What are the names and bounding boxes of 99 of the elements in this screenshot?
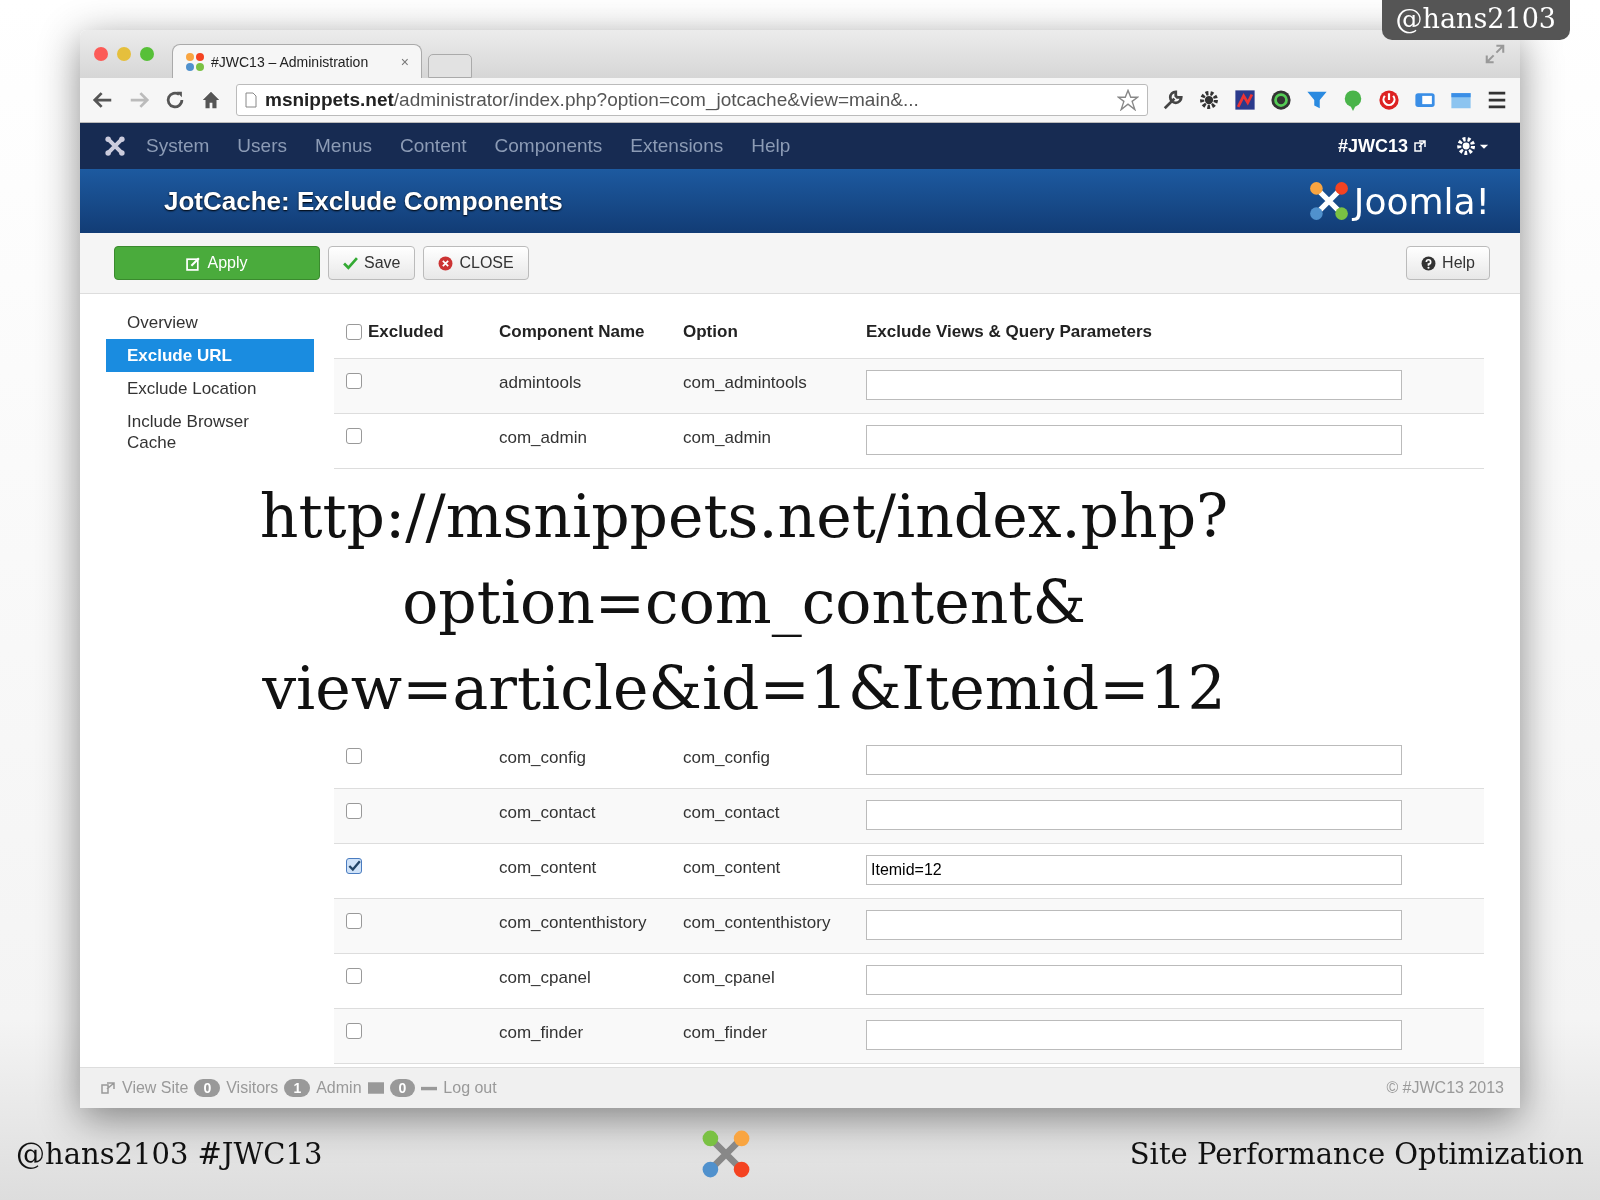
settings-dropdown-icon[interactable] (1456, 135, 1490, 157)
sidebar-item[interactable]: Exclude URL (106, 339, 314, 372)
zoom-window-icon[interactable] (140, 47, 154, 61)
parameters-field[interactable] (866, 745, 1402, 775)
sidebar-item[interactable]: Include Browser Cache (106, 405, 314, 459)
external-link-icon (100, 1082, 116, 1094)
menu-icon[interactable] (1486, 89, 1508, 111)
back-icon[interactable] (92, 89, 114, 111)
menu-item[interactable]: Help (751, 135, 791, 157)
toolbar-button[interactable]: Save (328, 246, 416, 280)
count-badge: 1 (284, 1079, 311, 1097)
menu-item[interactable]: Menus (315, 135, 372, 157)
forward-icon[interactable] (128, 89, 150, 111)
table-cell-text: com_content (499, 857, 598, 878)
column-header: Option (683, 322, 739, 342)
table-cell-text: com_contact (683, 802, 781, 823)
table-cell-text: com_cpanel (499, 967, 592, 988)
parameters-field[interactable]: Itemid=12 (866, 855, 1402, 885)
menu-item[interactable]: Users (237, 135, 287, 157)
bookmark-star-icon[interactable] (1117, 89, 1139, 111)
table-cell-text: com_config (683, 747, 771, 768)
visitors-label: Visitors (226, 1079, 279, 1097)
menu-item[interactable]: Content (400, 135, 467, 157)
color-wheel-icon[interactable] (1270, 89, 1292, 111)
footer-handle: @hans2103 #JWC13 (16, 1137, 323, 1171)
column-header: Component Name (499, 322, 646, 342)
table-cell-text: com_admintools (683, 372, 808, 393)
row-checkbox[interactable] (346, 968, 362, 984)
copyright-text: © #JWC13 2013 (1386, 1079, 1504, 1097)
fullscreen-icon[interactable] (1484, 43, 1506, 65)
close-icon (438, 255, 454, 271)
count-badge: 0 (389, 1079, 416, 1097)
parameters-field[interactable] (866, 910, 1402, 940)
joomla-logo-icon (185, 51, 205, 72)
logout-link[interactable]: Log out (443, 1079, 497, 1097)
parameters-field[interactable] (866, 965, 1402, 995)
parameters-field[interactable] (866, 800, 1402, 830)
parameters-field[interactable] (866, 1020, 1402, 1050)
sidebar-item[interactable]: Exclude Location (106, 372, 314, 405)
edit-icon (186, 255, 202, 271)
row-checkbox[interactable] (346, 748, 362, 764)
author-badge: @hans2103 (1381, 0, 1570, 40)
row-checkbox[interactable] (346, 803, 362, 819)
envelope-icon (367, 1082, 384, 1094)
funnel-icon[interactable] (1306, 89, 1328, 111)
row-checkbox[interactable] (346, 858, 362, 874)
wrench-icon[interactable] (1162, 89, 1184, 111)
table-cell-text: com_cpanel (683, 967, 776, 988)
check-icon (343, 255, 358, 271)
menu-item[interactable]: Extensions (630, 135, 724, 157)
table-cell-text: com_contenthistory (683, 912, 832, 933)
site-link[interactable]: #JWC13 (1337, 135, 1408, 157)
power-icon[interactable] (1378, 89, 1400, 111)
menu-item[interactable]: System (146, 135, 210, 157)
parameters-field[interactable] (866, 425, 1402, 455)
settings-icon[interactable] (1198, 89, 1220, 111)
menu-item[interactable]: Components (494, 135, 603, 157)
page-icon (245, 92, 257, 108)
new-tab-button[interactable] (428, 54, 472, 78)
tab-close[interactable]: × (400, 53, 409, 70)
view-site-link[interactable]: View Site (122, 1079, 189, 1097)
joomla-logo-icon (1307, 180, 1350, 222)
footer-title: Site Performance Optimization (1129, 1137, 1584, 1171)
table-cell-text: com_contact (499, 802, 597, 823)
toolbar-button[interactable]: CLOSE (423, 246, 529, 280)
parameters-field[interactable] (866, 370, 1402, 400)
table-cell-text: com_finder (499, 1022, 585, 1043)
joomla-icon[interactable] (104, 135, 126, 157)
count-badge: 0 (194, 1079, 221, 1097)
table-cell-text: com_admin (683, 427, 772, 448)
browser-tab[interactable]: #JWC13 – Administration × (172, 44, 422, 78)
home-icon[interactable] (200, 89, 222, 111)
row-checkbox[interactable] (346, 428, 362, 444)
help-icon (1421, 255, 1437, 271)
row-checkbox[interactable] (346, 373, 362, 389)
reload-icon[interactable] (164, 89, 186, 111)
logo-wordmark: Joomla! (1353, 180, 1490, 222)
table-cell-text: com_admin (499, 427, 588, 448)
page-title: JotCache: Exclude Components (164, 185, 563, 217)
chart-extension-icon[interactable] (1234, 89, 1256, 111)
table-cell-text: admintools (499, 372, 583, 393)
sidebar-item[interactable]: Overview (106, 306, 314, 339)
help-button[interactable]: Help (1406, 246, 1490, 280)
table-cell-text: com_finder (683, 1022, 769, 1043)
close-window-icon[interactable] (94, 47, 108, 61)
admin-label: Admin (316, 1079, 362, 1097)
table-cell-text: com_content (683, 857, 782, 878)
toolbar-button[interactable]: Apply (114, 246, 320, 280)
address-field[interactable]: msnippets.net/administrator/index.php?option=com_jotcache&view=main&... (236, 84, 1148, 116)
column-header: Excluded (368, 322, 444, 342)
row-checkbox[interactable] (346, 913, 362, 929)
table-cell-text: com_contenthistory (499, 912, 648, 933)
row-checkbox[interactable] (346, 1023, 362, 1039)
tab-title: #JWC13 – Administration (211, 53, 369, 70)
external-link-icon (1414, 140, 1426, 152)
table-cell-text: com_config (499, 747, 587, 768)
speech-bubble-icon[interactable] (1342, 89, 1364, 111)
column-header: Exclude Views & Query Parameters (866, 322, 1153, 342)
select-all-checkbox[interactable] (346, 324, 362, 340)
